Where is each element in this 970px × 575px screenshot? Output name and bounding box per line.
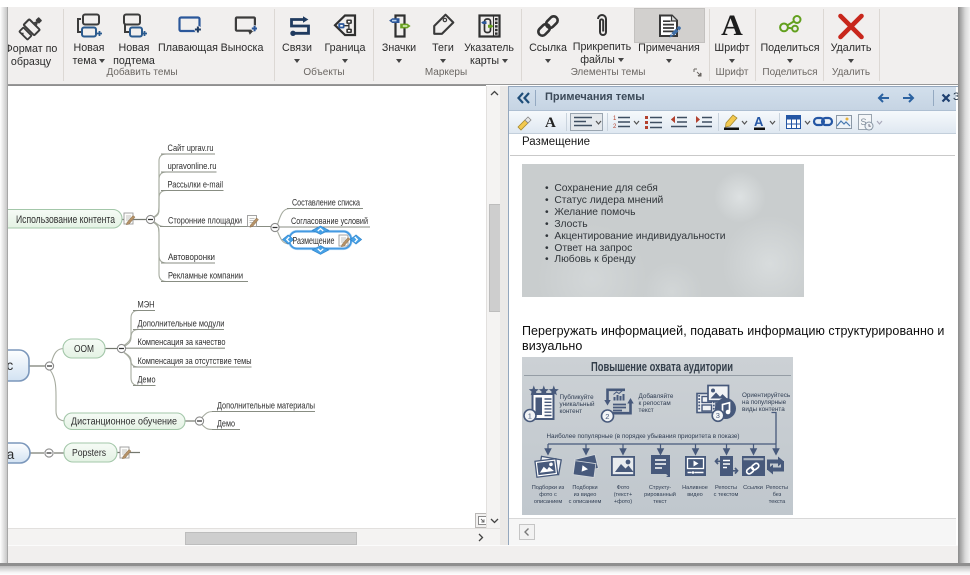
svg-text:Согласование условий: Согласование условий: [291, 216, 368, 227]
svg-text:контент: контент: [560, 408, 583, 415]
svg-text:Составление списка: Составление списка: [292, 198, 361, 209]
svg-text:МЭН: МЭН: [138, 300, 155, 311]
svg-text:Автоворонки: Автоворонки: [168, 252, 215, 263]
svg-text:Добавляйте: Добавляйте: [639, 392, 674, 400]
svg-text:к репостам: к репостам: [639, 400, 671, 407]
svg-text:2: 2: [605, 412, 609, 421]
svg-text:Дистанционное обучение: Дистанционное обучение: [71, 416, 177, 428]
svg-text:на популярные: на популярные: [742, 399, 787, 406]
svg-text:Размещение: Размещение: [293, 236, 335, 247]
svg-text:Дополнительные материалы: Дополнительные материалы: [217, 401, 315, 412]
svg-text:рированный: рированный: [644, 491, 676, 498]
svg-text:OOM: OOM: [74, 344, 94, 355]
svg-text:Подборки: Подборки: [572, 485, 597, 491]
svg-text:с: с: [8, 358, 14, 373]
svg-text:Компенсация за отсутствие темы: Компенсация за отсутствие темы: [138, 356, 252, 367]
svg-text:с текстом: с текстом: [714, 492, 739, 498]
svg-text:Рекламные компании: Рекламные компании: [168, 271, 243, 282]
svg-text:Ссылки: Ссылки: [743, 485, 763, 491]
svg-text:Структу-: Структу-: [649, 485, 671, 491]
svg-text:Сторонние площадки: Сторонние площадки: [168, 216, 242, 227]
svg-text:фото с: фото с: [539, 492, 557, 498]
svg-text:Повышение охвата аудитории: Повышение охвата аудитории: [591, 360, 733, 374]
svg-text:Использование контента: Использование контента: [16, 214, 116, 226]
svg-text:Подборки из: Подборки из: [532, 485, 565, 491]
svg-text:Репосты: Репосты: [715, 485, 737, 491]
svg-text:Демо: Демо: [217, 419, 235, 430]
svg-text:описанием: описанием: [534, 499, 562, 505]
svg-text:Фото: Фото: [617, 485, 630, 491]
svg-text:Компенсация за качество: Компенсация за качество: [138, 337, 226, 348]
svg-text:1: 1: [613, 116, 617, 122]
svg-text:Ориентируйтесь: Ориентируйтесь: [742, 391, 791, 399]
svg-text:Публикуйте: Публикуйте: [560, 393, 595, 401]
svg-text:A: A: [754, 114, 764, 129]
svg-text:виды контента: виды контента: [742, 406, 785, 413]
svg-text:upravonline.ru: upravonline.ru: [168, 161, 217, 172]
svg-text:Сайт uprav.ru: Сайт uprav.ru: [168, 143, 214, 154]
svg-text:Наливное: Наливное: [682, 485, 708, 491]
svg-text:Наиболее популярные (в порядке: Наиболее популярные (в порядке убывания …: [547, 432, 740, 440]
svg-text:текста: текста: [769, 499, 786, 505]
svg-text:Popsters: Popsters: [72, 448, 106, 459]
svg-text:Репосты: Репосты: [766, 485, 788, 491]
svg-text:Рассылки e-mail: Рассылки e-mail: [168, 180, 224, 191]
svg-text:ка: ка: [8, 447, 15, 462]
svg-text:1: 1: [528, 411, 532, 420]
svg-text:(текст+: (текст+: [614, 492, 633, 498]
svg-text:с описанием: с описанием: [569, 499, 602, 505]
svg-text:текст: текст: [653, 499, 667, 505]
svg-text:+фото): +фото): [614, 499, 632, 505]
svg-text:2: 2: [613, 124, 617, 130]
svg-text:Дополнительные модули: Дополнительные модули: [138, 319, 225, 330]
svg-text:текст: текст: [639, 407, 654, 414]
svg-text:без: без: [773, 492, 782, 498]
svg-text:Демо: Демо: [138, 375, 156, 386]
svg-text:3: 3: [716, 411, 720, 420]
svg-text:видео: видео: [687, 492, 703, 498]
svg-text:уникальный: уникальный: [560, 400, 595, 408]
svg-text:из видео: из видео: [574, 492, 597, 498]
svg-text:A: A: [545, 115, 556, 131]
